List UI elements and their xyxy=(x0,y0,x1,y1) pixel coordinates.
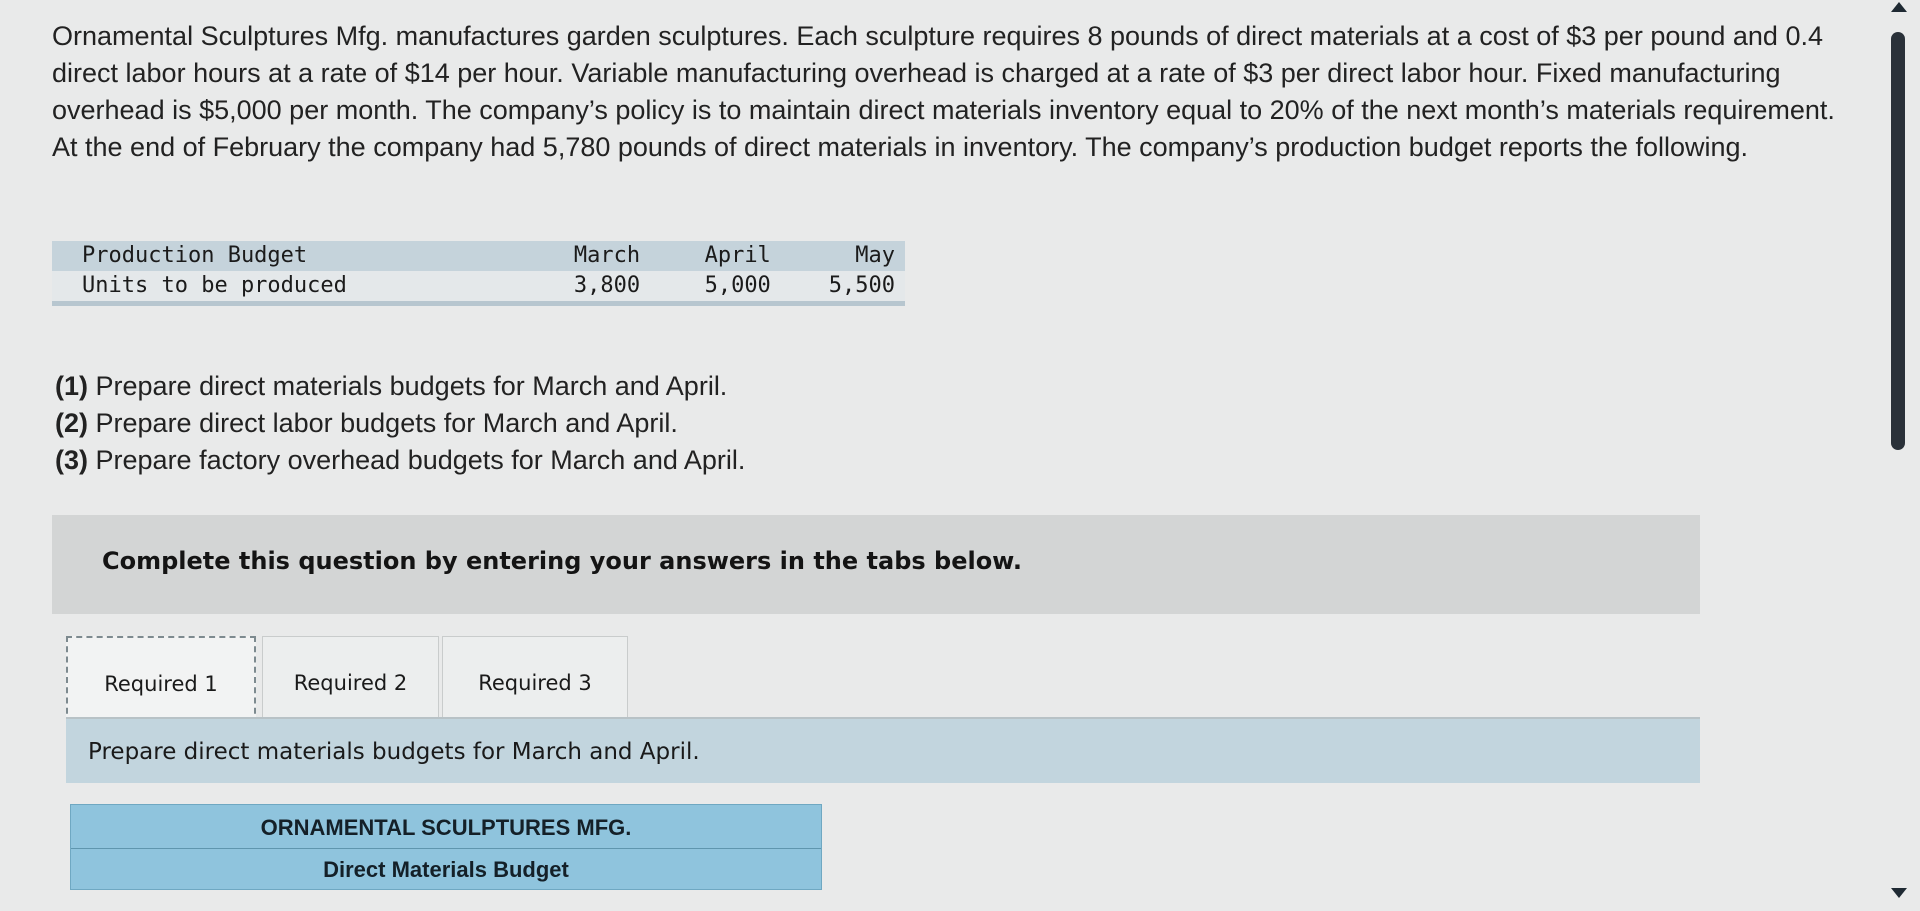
tab-required-2[interactable]: Required 2 xyxy=(262,636,439,724)
question-item: (1) Prepare direct materials budgets for… xyxy=(55,368,745,405)
tab-instruction-text: Prepare direct materials budgets for Mar… xyxy=(88,739,700,765)
scroll-down-arrow-icon[interactable] xyxy=(1891,888,1907,898)
header-divider xyxy=(71,848,821,849)
question-text: Prepare direct labor budgets for March a… xyxy=(95,408,678,438)
tab-label: Required 3 xyxy=(478,671,592,695)
units-may: 5,500 xyxy=(770,271,905,306)
production-budget-header-row: Production Budget March April May xyxy=(52,241,905,271)
tab-label: Required 2 xyxy=(293,671,408,695)
month-may: May xyxy=(770,241,905,271)
tab-label: Required 1 xyxy=(104,672,218,696)
instruction-text: Complete this question by entering your … xyxy=(102,547,1022,575)
tab-required-1[interactable]: Required 1 xyxy=(66,636,256,724)
scroll-up-arrow-icon[interactable] xyxy=(1891,2,1907,12)
company-name: ORNAMENTAL SCULPTURES MFG. xyxy=(260,815,632,840)
direct-materials-budget-header: ORNAMENTAL SCULPTURES MFG. Direct Materi… xyxy=(70,804,822,890)
question-number: (3) xyxy=(55,445,88,475)
month-march: March xyxy=(484,241,641,271)
question-item: (3) Prepare factory overhead budgets for… xyxy=(55,442,745,479)
scroll-thumb[interactable] xyxy=(1891,32,1905,450)
units-march: 3,800 xyxy=(484,271,641,306)
units-april: 5,000 xyxy=(640,271,771,306)
units-label: Units to be produced xyxy=(52,271,485,306)
tab-instruction-bar: Prepare direct materials budgets for Mar… xyxy=(66,719,1700,783)
question-text: Prepare factory overhead budgets for Mar… xyxy=(95,445,746,475)
question-list: (1) Prepare direct materials budgets for… xyxy=(55,368,745,479)
production-budget-title: Production Budget xyxy=(52,241,485,271)
question-item: (2) Prepare direct labor budgets for Mar… xyxy=(55,405,745,442)
question-text: Prepare direct materials budgets for Mar… xyxy=(95,371,728,401)
budget-title: Direct Materials Budget xyxy=(323,857,569,882)
question-page: Ornamental Sculptures Mfg. manufactures … xyxy=(0,0,1920,911)
tab-required-3[interactable]: Required 3 xyxy=(442,636,628,724)
question-number: (2) xyxy=(55,408,88,438)
units-to-be-produced-row: Units to be produced 3,800 5,000 5,500 xyxy=(52,271,905,306)
problem-intro: Ornamental Sculptures Mfg. manufactures … xyxy=(52,21,1835,162)
question-number: (1) xyxy=(55,371,88,401)
vertical-scrollbar[interactable] xyxy=(1880,0,1920,911)
instruction-banner: Complete this question by entering your … xyxy=(52,515,1700,614)
production-budget-table: Production Budget March April May Units … xyxy=(52,241,905,306)
month-april: April xyxy=(640,241,771,271)
